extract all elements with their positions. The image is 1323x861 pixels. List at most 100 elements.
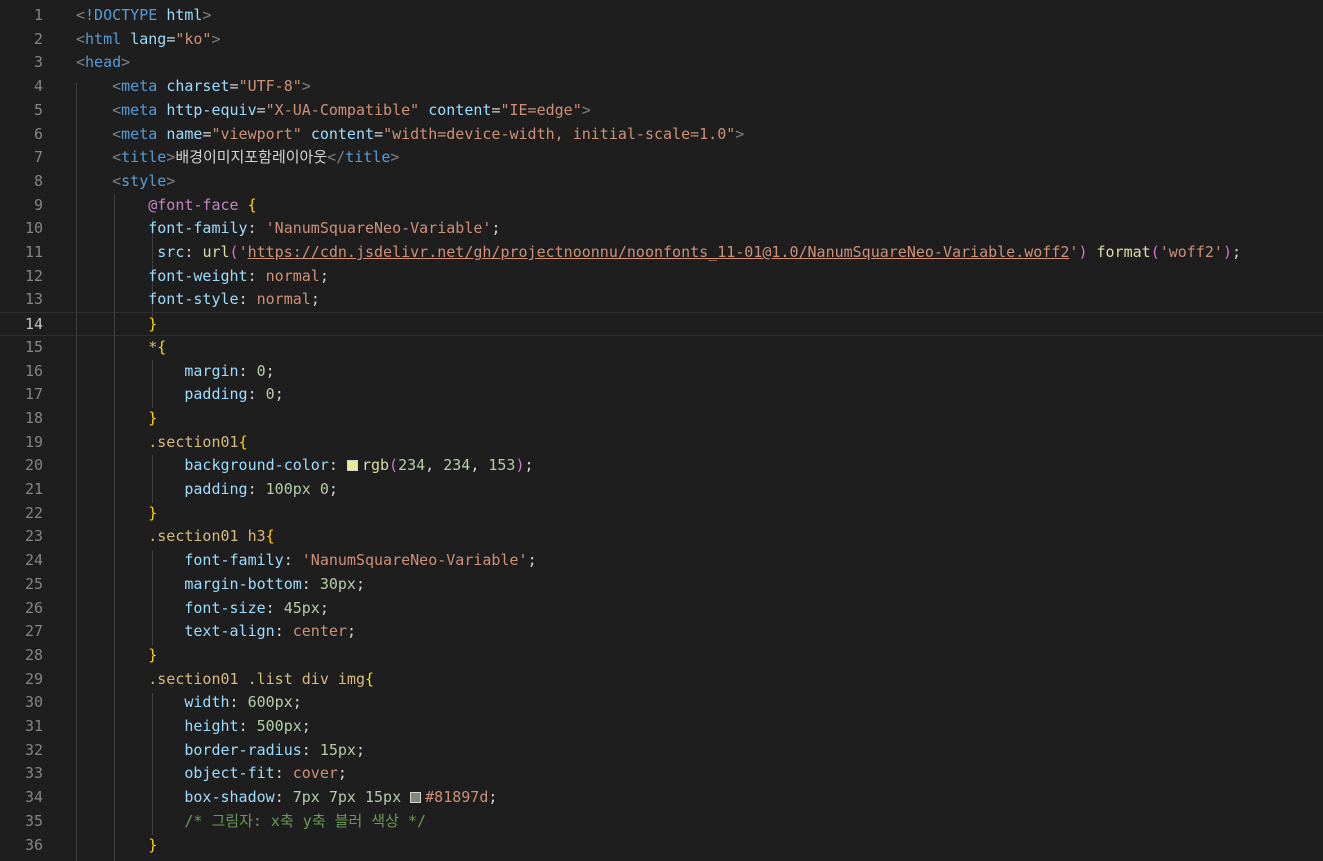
code-text: font-style: normal; [76, 288, 320, 312]
code-text: object-fit: cover; [76, 762, 347, 786]
code-line[interactable]: 10 font-family: 'NanumSquareNeo-Variable… [0, 217, 1323, 241]
code-token: "X-UA-Compatible" [265, 100, 420, 119]
color-swatch-icon[interactable] [410, 792, 422, 804]
code-token: padding [184, 480, 248, 498]
code-token: object-fit [184, 764, 275, 783]
code-token: /* 그림자: x축 y축 블러 색상 */ [184, 811, 426, 830]
code-token: meta [121, 124, 167, 143]
code-line[interactable]: 14 } [0, 312, 1323, 336]
code-token: font-style [148, 290, 239, 309]
code-token: border-radius [184, 740, 302, 759]
code-line[interactable]: 8 <style> [0, 170, 1323, 194]
code-token: : [238, 717, 257, 735]
code-line[interactable]: 25 margin-bottom: 30px; [0, 573, 1323, 597]
line-number: 10 [24, 219, 43, 238]
code-line[interactable]: 33 object-fit: cover; [0, 762, 1323, 786]
code-text: height: 500px; [76, 715, 311, 739]
code-token: http-equiv [166, 100, 257, 119]
code-line[interactable]: 1 <!DOCTYPE html> [0, 4, 1323, 28]
code-token: : [247, 266, 266, 285]
code-token: } [148, 408, 158, 427]
color-swatch-icon[interactable] [346, 460, 358, 472]
code-token: < [76, 29, 86, 48]
code-line[interactable]: 11 src: url('https://cdn.jsdelivr.net/gh… [0, 241, 1323, 265]
line-number: 22 [24, 503, 43, 522]
line-number: 5 [33, 100, 43, 119]
code-token: .section01 h3 [148, 527, 266, 546]
code-text: <!DOCTYPE html> [76, 4, 211, 28]
code-line[interactable]: 31 height: 500px; [0, 715, 1323, 739]
code-token: { [157, 337, 167, 356]
code-token: https://cdn.jsdelivr.net/gh/projectnoonn… [247, 243, 1070, 261]
code-token: format [1096, 243, 1151, 261]
code-line[interactable]: 28 } [0, 644, 1323, 668]
code-text: /* 그림자: x축 y축 블러 색상 */ [76, 810, 426, 834]
code-text: <html lang="ko"> [76, 28, 221, 52]
code-line[interactable]: 27 text-align: center; [0, 620, 1323, 644]
code-line[interactable]: 36 } [0, 834, 1323, 858]
line-number: 32 [24, 740, 43, 759]
code-line[interactable]: 35 /* 그림자: x축 y축 블러 색상 */ [0, 810, 1323, 834]
line-number: 18 [24, 408, 43, 427]
code-line[interactable]: 6 <meta name="viewport" content="width=d… [0, 123, 1323, 147]
code-line[interactable]: 29 .section01 .list div img{ [0, 668, 1323, 692]
code-line[interactable]: 13 font-style: normal; [0, 288, 1323, 312]
code-token: = [256, 100, 266, 119]
code-token: box-shadow [184, 788, 275, 807]
code-text: .section01{ [76, 431, 247, 455]
code-token: 15px [319, 740, 356, 759]
code-text: font-family: 'NanumSquareNeo-Variable'; [76, 549, 536, 573]
code-line[interactable]: 16 margin: 0; [0, 360, 1323, 384]
line-number: 36 [24, 835, 43, 854]
line-number: 21 [24, 480, 43, 498]
code-text: } [76, 834, 157, 858]
code-token: center [292, 622, 347, 641]
code-token: 0 [265, 385, 275, 404]
code-token: normal [256, 290, 311, 309]
code-token: < [76, 53, 86, 72]
code-text: <style> [76, 170, 175, 194]
code-line[interactable]: 19 .section01{ [0, 431, 1323, 455]
code-token: !DOCTYPE [85, 6, 167, 24]
code-line[interactable]: 2 <html lang="ko"> [0, 28, 1323, 52]
code-token: 'woff2' [1159, 243, 1223, 261]
code-token: ; [337, 764, 347, 783]
code-line[interactable]: 22 } [0, 502, 1323, 526]
code-token: 0 [319, 480, 329, 498]
code-line[interactable]: 32 border-radius: 15px; [0, 739, 1323, 763]
code-token: ) [515, 456, 525, 475]
code-line[interactable]: 24 font-family: 'NanumSquareNeo-Variable… [0, 549, 1323, 573]
code-line[interactable]: 4 <meta charset="UTF-8"> [0, 75, 1323, 99]
code-line[interactable]: 21 padding: 100px 0; [0, 478, 1323, 502]
code-line[interactable]: 7 <title>배경이미지포함레이아웃</title> [0, 146, 1323, 170]
code-line[interactable]: 34 box-shadow: 7px 7px 15px #81897d; [0, 786, 1323, 810]
line-number: 30 [24, 693, 43, 712]
code-line[interactable]: 20 background-color: rgb(234, 234, 153); [0, 454, 1323, 478]
code-line[interactable]: 18 } [0, 407, 1323, 431]
code-token: ; [301, 717, 311, 735]
line-number: 2 [33, 29, 43, 48]
code-line[interactable]: 15 *{ [0, 336, 1323, 360]
code-line[interactable]: 26 font-size: 45px; [0, 597, 1323, 621]
code-editor[interactable]: 1 <!DOCTYPE html> 2 <html lang="ko"> 3 <head>… [0, 0, 1323, 861]
code-line[interactable]: 3 <head> [0, 51, 1323, 75]
code-token: = [229, 77, 239, 96]
code-line[interactable]: 9 @font-face { [0, 194, 1323, 218]
code-line[interactable]: 5 <meta http-equiv="X-UA-Compatible" con… [0, 99, 1323, 123]
code-line[interactable]: 23 .section01 h3{ [0, 525, 1323, 549]
code-text: background-color: rgb(234, 234, 153); [76, 454, 533, 478]
code-line[interactable]: 30 width: 600px; [0, 691, 1323, 715]
code-text: } [76, 313, 157, 337]
code-text: } [76, 502, 157, 526]
code-token: : [283, 551, 302, 570]
code-text: width: 600px; [76, 691, 301, 715]
code-line[interactable]: 17 padding: 0; [0, 383, 1323, 407]
code-text: font-size: 45px; [76, 597, 329, 621]
code-line[interactable]: 12 font-weight: normal; [0, 265, 1323, 289]
